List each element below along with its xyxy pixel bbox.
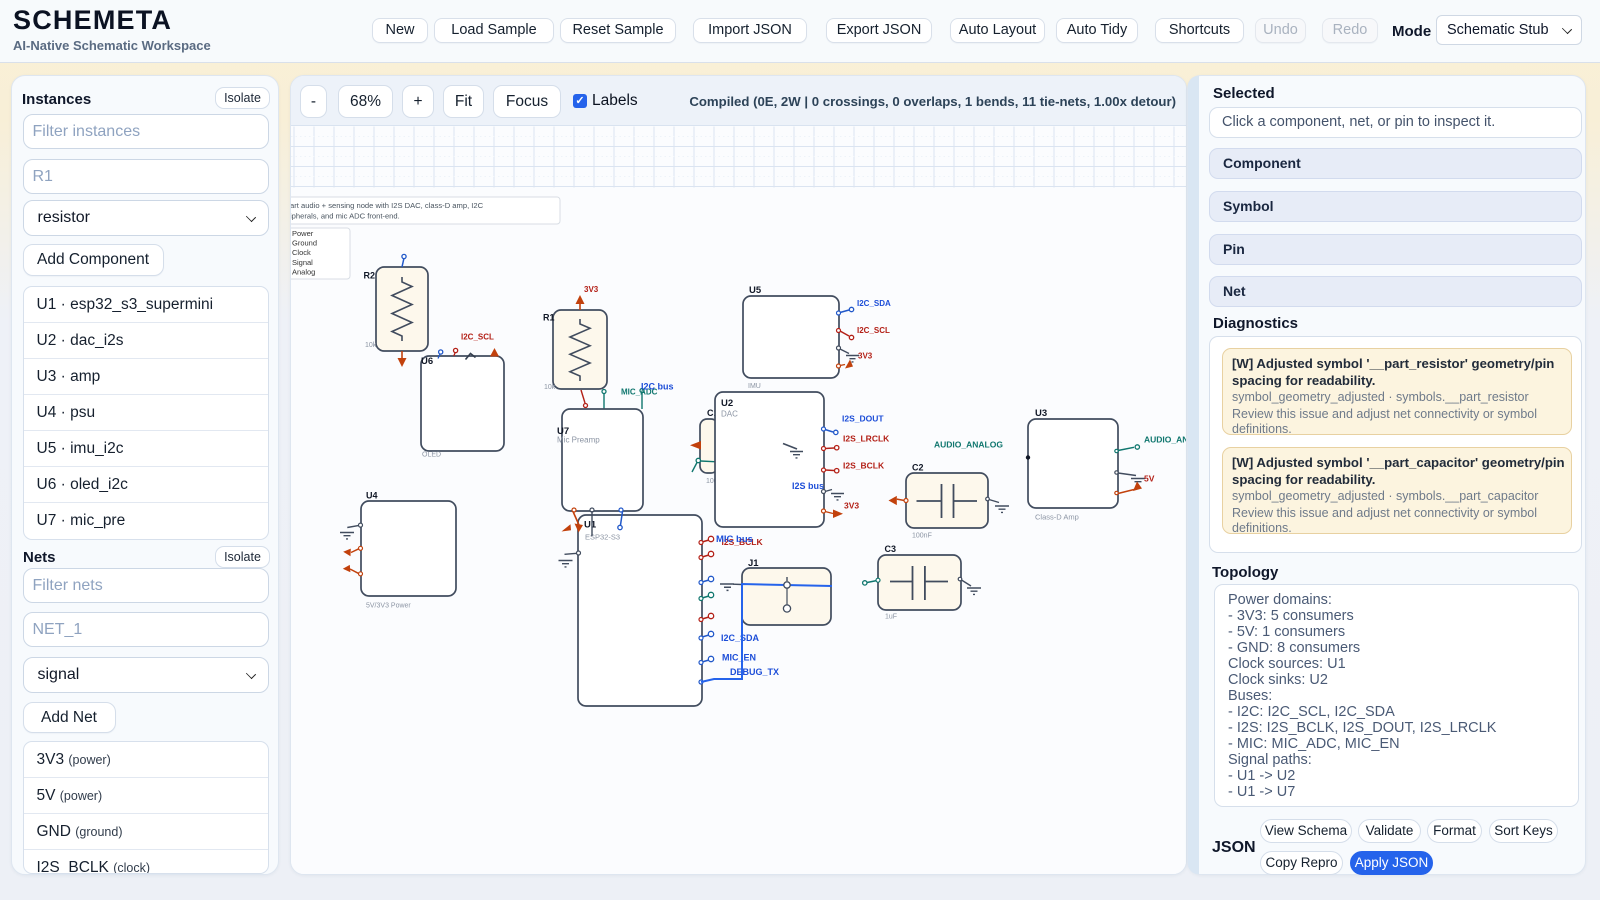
svg-text:3V3: 3V3: [858, 352, 873, 361]
svg-text:DEBUG_TX: DEBUG_TX: [730, 667, 779, 677]
svg-text:Clock: Clock: [292, 248, 311, 257]
svg-text:10k: 10k: [544, 384, 556, 391]
svg-text:100nF: 100nF: [912, 533, 932, 540]
svg-text:3V3: 3V3: [844, 501, 859, 511]
svg-text:5V/3V3 Power: 5V/3V3 Power: [366, 603, 411, 610]
svg-text:U4: U4: [366, 491, 378, 501]
svg-text:I2S_LRCLK: I2S_LRCLK: [843, 434, 890, 444]
svg-text:10k: 10k: [365, 342, 377, 349]
svg-text:IMU: IMU: [748, 383, 761, 390]
svg-text:I2S_DOUT: I2S_DOUT: [842, 414, 884, 424]
svg-text:MIC_EN: MIC_EN: [722, 653, 756, 663]
svg-text:U2: U2: [721, 398, 733, 409]
svg-text:Class-D Amp: Class-D Amp: [1035, 513, 1079, 522]
svg-text:U1: U1: [584, 520, 597, 531]
svg-text:ipherals, and mic ADC front-en: ipherals, and mic ADC front-end.: [291, 212, 400, 221]
svg-text:R2: R2: [364, 271, 376, 281]
svg-text:Mic Preamp: Mic Preamp: [557, 436, 600, 445]
svg-text:I2S bus: I2S bus: [792, 481, 824, 491]
svg-text:I2C_SCL: I2C_SCL: [461, 333, 494, 342]
svg-text:Ground: Ground: [292, 239, 317, 248]
svg-text:R1: R1: [543, 313, 555, 323]
svg-text:Analog: Analog: [292, 267, 315, 276]
svg-text:U6: U6: [421, 356, 433, 367]
svg-text:I2C_SDA: I2C_SDA: [857, 299, 891, 308]
svg-text:3V3: 3V3: [584, 285, 599, 294]
svg-text:OLED: OLED: [422, 452, 441, 459]
svg-text:5V: 5V: [1144, 474, 1155, 484]
svg-text:I2C bus: I2C bus: [641, 382, 674, 392]
svg-text:Power: Power: [292, 229, 314, 238]
svg-text:art audio + sensing node with: art audio + sensing node with I2S DAC, c…: [291, 201, 484, 210]
svg-text:MIC bus: MIC bus: [716, 534, 753, 545]
svg-text:C2: C2: [912, 463, 924, 473]
svg-text:I2C_SCL: I2C_SCL: [857, 326, 890, 335]
svg-text:U5: U5: [749, 285, 762, 296]
svg-text:Signal: Signal: [292, 258, 313, 267]
svg-text:AUDIO_ANALOG: AUDIO_ANALOG: [934, 440, 1003, 450]
svg-text:I2C_SDA: I2C_SDA: [721, 633, 760, 643]
svg-text:U3: U3: [1035, 408, 1047, 419]
svg-text:DAC: DAC: [721, 410, 738, 419]
svg-text:J1: J1: [748, 558, 759, 569]
svg-text:AUDIO_ANAL: AUDIO_ANAL: [1144, 435, 1186, 445]
svg-text:ESP32-S3: ESP32-S3: [585, 533, 620, 542]
svg-text:I2S_BCLK: I2S_BCLK: [843, 461, 885, 471]
svg-text:1uF: 1uF: [885, 614, 897, 621]
svg-text:C3: C3: [885, 544, 897, 554]
